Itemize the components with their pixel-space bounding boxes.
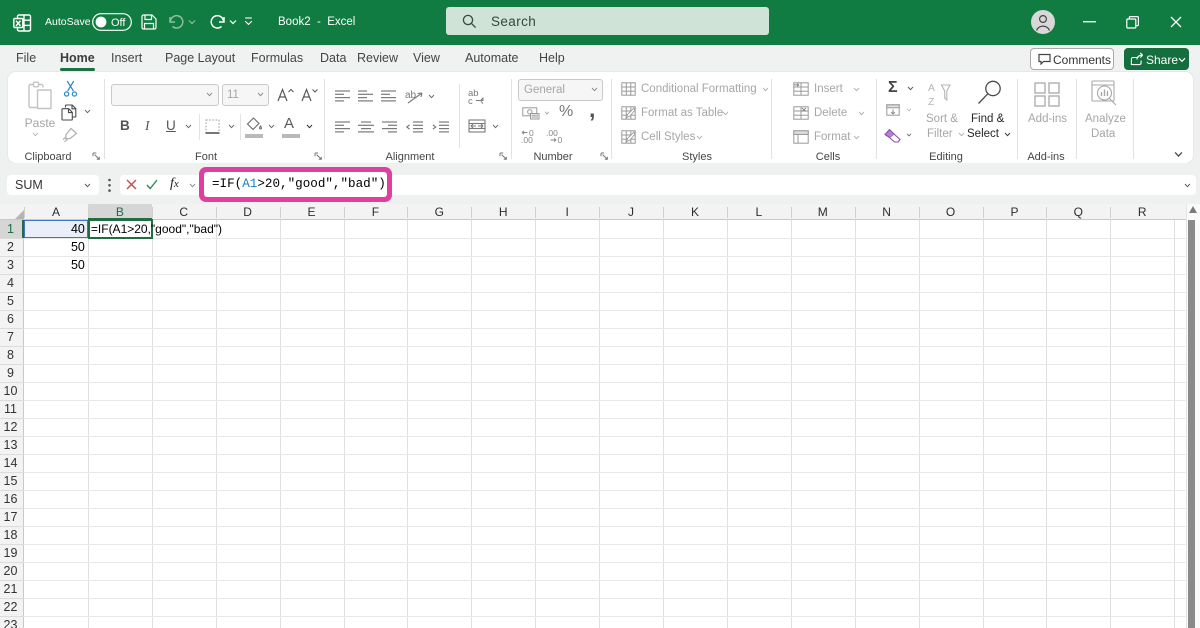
svg-text:Z: Z [928, 96, 935, 108]
svg-text:ab: ab [405, 90, 417, 101]
svg-text:Off: Off [111, 17, 126, 29]
svg-text:A: A [928, 82, 935, 94]
svg-text:.00: .00 [546, 129, 558, 138]
svg-text:c: c [468, 96, 473, 104]
svg-text:0: 0 [558, 135, 563, 144]
svg-text:0: 0 [529, 129, 534, 138]
